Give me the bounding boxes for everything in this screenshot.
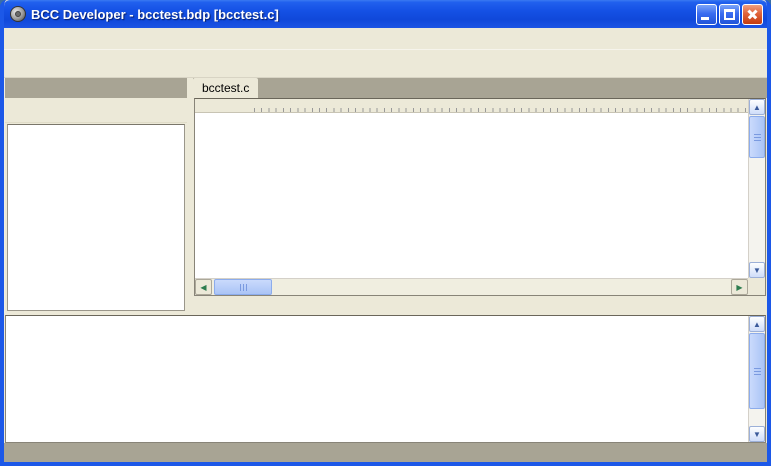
editor-status-bar <box>193 296 767 313</box>
project-panel <box>4 78 187 313</box>
scroll-left-icon[interactable]: ◀ <box>195 279 212 295</box>
project-panel-tabs <box>5 78 187 98</box>
horizontal-scroll-thumb[interactable] <box>214 279 272 295</box>
editor-vertical-scrollbar[interactable]: ▲ ▼ <box>748 99 765 278</box>
output-tabs <box>4 443 767 462</box>
code-editor[interactable]: ▲ ▼ ◀ ▶ <box>194 98 766 296</box>
scroll-down-icon[interactable]: ▼ <box>749 426 765 442</box>
vertical-scroll-thumb[interactable] <box>749 116 765 158</box>
close-button[interactable] <box>742 4 763 25</box>
vertical-scroll-thumb[interactable] <box>749 333 765 409</box>
app-gear-icon <box>10 6 26 22</box>
scrollbar-corner <box>748 278 765 295</box>
build-output[interactable]: ▲ ▼ <box>5 315 766 443</box>
maximize-icon <box>724 9 735 20</box>
main-toolbar <box>4 50 767 78</box>
editor-panel: bcctest.c ▲ ▼ ◀ ▶ <box>193 78 767 313</box>
code-area[interactable] <box>195 114 748 278</box>
minimize-icon <box>701 17 709 20</box>
bcc-developer-window: BCC Developer - bcctest.bdp [bcctest.c] … <box>0 0 771 466</box>
scroll-right-icon[interactable]: ▶ <box>731 279 748 295</box>
menu-bar <box>4 28 767 50</box>
maximize-button[interactable] <box>719 4 740 25</box>
tab-bcctest-c[interactable]: bcctest.c <box>193 78 258 98</box>
scroll-down-icon[interactable]: ▼ <box>749 262 765 278</box>
scroll-up-icon[interactable]: ▲ <box>749 99 765 115</box>
output-panel: ▲ ▼ <box>4 313 767 443</box>
minimize-button[interactable] <box>696 4 717 25</box>
column-ruler <box>195 99 748 113</box>
build-output-text <box>6 316 748 442</box>
editor-tabs: bcctest.c <box>193 78 767 98</box>
scroll-up-icon[interactable]: ▲ <box>749 316 765 332</box>
window-title: BCC Developer - bcctest.bdp [bcctest.c] <box>31 7 696 22</box>
project-tree[interactable] <box>7 124 185 311</box>
project-toolbar <box>5 98 187 123</box>
title-bar[interactable]: BCC Developer - bcctest.bdp [bcctest.c] <box>4 0 767 28</box>
workspace: bcctest.c ▲ ▼ ◀ ▶ <box>4 78 767 313</box>
output-vertical-scrollbar[interactable]: ▲ ▼ <box>748 316 765 442</box>
editor-horizontal-scrollbar[interactable]: ◀ ▶ <box>195 278 748 295</box>
